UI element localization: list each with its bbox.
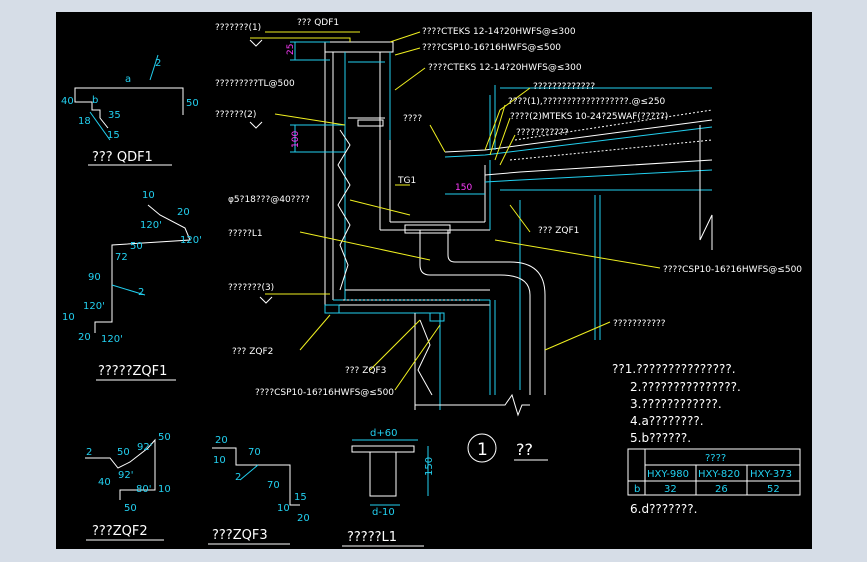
note-2: 2.???????????????. — [630, 380, 741, 394]
label-qdf1-top: ??? QDF1 — [297, 18, 339, 28]
label-dim25: 25 — [286, 44, 296, 55]
section-structure — [249, 31, 713, 417]
table-header-3: HXY-373 — [750, 469, 792, 480]
table-header-2: HXY-820 — [698, 469, 740, 480]
drawing-svg: ??? QDF1 ???????(1) ????CTEKS 12-14?20HW… — [61, 18, 802, 547]
svg-text:35: 35 — [108, 110, 121, 121]
label-wall-note: ??????????? — [613, 319, 666, 329]
table-row-label: b — [634, 484, 640, 495]
svg-text:2: 2 — [138, 287, 144, 298]
label-cteks-1: ????CTEKS 12-14?20HWFS@≤300 — [422, 27, 576, 37]
svg-text:20: 20 — [177, 207, 190, 218]
label-dim150: 150 — [455, 183, 472, 193]
label-top-note: ????????????? — [533, 82, 595, 92]
svg-text:2: 2 — [86, 447, 92, 458]
label-zqf2: ??? ZQF2 — [232, 347, 273, 357]
svg-text:80': 80' — [136, 484, 151, 495]
svg-text:40: 40 — [98, 477, 111, 488]
label-insul-note: ??????????? — [516, 128, 569, 138]
svg-text:10: 10 — [142, 190, 155, 201]
label-mark-3: ???????(3) — [228, 283, 274, 293]
l1-title: ?????L1 — [347, 530, 397, 545]
svg-text:15: 15 — [107, 130, 120, 141]
svg-text:50: 50 — [130, 241, 143, 252]
svg-text:18: 18 — [78, 116, 91, 127]
label-l1: ?????L1 — [228, 229, 263, 239]
label-sheet-note-2: ????(2)MTEKS 10-24?25WAF(?????) — [510, 112, 668, 122]
section-labels: ??? QDF1 ???????(1) ????CTEKS 12-14?20HW… — [215, 18, 802, 398]
profile-qdf1: a 2 40 b 35 50 18 15 ??? QDF1 — [61, 54, 199, 166]
svg-text:d-10: d-10 — [372, 507, 395, 518]
detail-title: ?? — [516, 440, 533, 459]
label-dim100: 100 — [291, 131, 301, 148]
svg-text:10: 10 — [62, 312, 75, 323]
svg-text:10: 10 — [277, 503, 290, 514]
table-cell-2: 26 — [715, 484, 728, 495]
svg-text:2: 2 — [235, 472, 241, 483]
svg-text:70: 70 — [267, 480, 280, 491]
profile-zqf2: 2 50 92' 50 40 92' 80' 10 50 ???ZQF2 — [85, 432, 171, 541]
svg-text:120': 120' — [101, 334, 123, 345]
svg-text:50: 50 — [117, 447, 130, 458]
label-bolt-note: φ5?18???@40???? — [228, 195, 310, 205]
table-title: ???? — [705, 453, 726, 464]
svg-text:92': 92' — [137, 442, 152, 453]
svg-text:50: 50 — [186, 98, 199, 109]
detail-number: 1 — [477, 440, 488, 460]
label-csp-3: ????CSP10-16?16HWFS@≤500 — [255, 388, 394, 398]
svg-text:120': 120' — [83, 301, 105, 312]
table-cell-1: 32 — [664, 484, 677, 495]
label-csp-1: ????CSP10-16?16HWFS@≤500 — [422, 43, 561, 53]
svg-text:150: 150 — [424, 457, 435, 476]
svg-text:70: 70 — [248, 447, 261, 458]
svg-text:a: a — [125, 74, 131, 85]
svg-text:b: b — [92, 95, 98, 106]
svg-text:40: 40 — [61, 96, 74, 107]
cad-drawing-canvas: ??? QDF1 ???????(1) ????CTEKS 12-14?20HW… — [56, 12, 812, 549]
svg-text:10: 10 — [158, 484, 171, 495]
zqf1-title: ?????ZQF1 — [98, 364, 167, 379]
svg-text:20: 20 — [297, 513, 310, 524]
spec-table: ???? HXY-980 HXY-820 HXY-373 b 32 26 52 — [627, 448, 801, 496]
note-1: ??1.???????????????. — [612, 362, 736, 376]
svg-text:20: 20 — [78, 332, 91, 343]
label-mark-1: ???????(1) — [215, 23, 261, 33]
svg-text:10: 10 — [213, 455, 226, 466]
svg-text:72: 72 — [115, 252, 128, 263]
profile-zqf3: 20 70 10 2 70 15 10 20 ???ZQF3 — [208, 435, 310, 545]
svg-text:20: 20 — [215, 435, 228, 446]
label-sheet-note-1: ????(1),??????????????????.@≤250 — [508, 97, 666, 107]
label-zqf3: ??? ZQF3 — [345, 366, 386, 376]
label-tl500: ?????????TL@500 — [215, 79, 295, 89]
note-6: 6.d???????. — [630, 502, 697, 516]
svg-text:92': 92' — [118, 470, 133, 481]
svg-text:50: 50 — [124, 503, 137, 514]
svg-text:90: 90 — [88, 272, 101, 283]
table-header-1: HXY-980 — [647, 469, 689, 480]
table-cell-3: 52 — [767, 484, 780, 495]
svg-text:d+60: d+60 — [370, 428, 397, 439]
zqf3-title: ???ZQF3 — [212, 528, 268, 543]
note-5: 5.b??????. — [630, 431, 691, 445]
note-4: 4.a????????. — [630, 414, 704, 428]
svg-text:50: 50 — [158, 432, 171, 443]
bolt-plate — [404, 224, 451, 234]
zqf2-title: ???ZQF2 — [92, 524, 148, 539]
label-cteks-2: ????CTEKS 12-14?20HWFS@≤300 — [428, 63, 582, 73]
label-tg1: TG1 — [397, 176, 416, 186]
label-csp-2: ????CSP10-16?16HWFS@≤500 — [663, 265, 802, 275]
label-mark-2: ??????(2) — [215, 110, 256, 120]
svg-text:120': 120' — [180, 235, 202, 246]
profile-zqf1: 10 20 120' 120' 50 72 90 2 120' 10 20 12… — [62, 190, 202, 381]
detail-marker: 1 ?? — [467, 433, 548, 463]
svg-text:120': 120' — [140, 220, 162, 231]
label-left-note: ???? — [403, 114, 422, 124]
qdf1-title: ??? QDF1 — [92, 150, 153, 165]
svg-text:15: 15 — [294, 492, 307, 503]
profile-l1: d+60 150 d-10 ?????L1 — [342, 428, 435, 547]
label-zqf1: ??? ZQF1 — [538, 226, 579, 236]
parapet-cap — [324, 41, 394, 53]
svg-text:2: 2 — [155, 58, 161, 69]
note-3: 3.????????????. — [630, 397, 722, 411]
